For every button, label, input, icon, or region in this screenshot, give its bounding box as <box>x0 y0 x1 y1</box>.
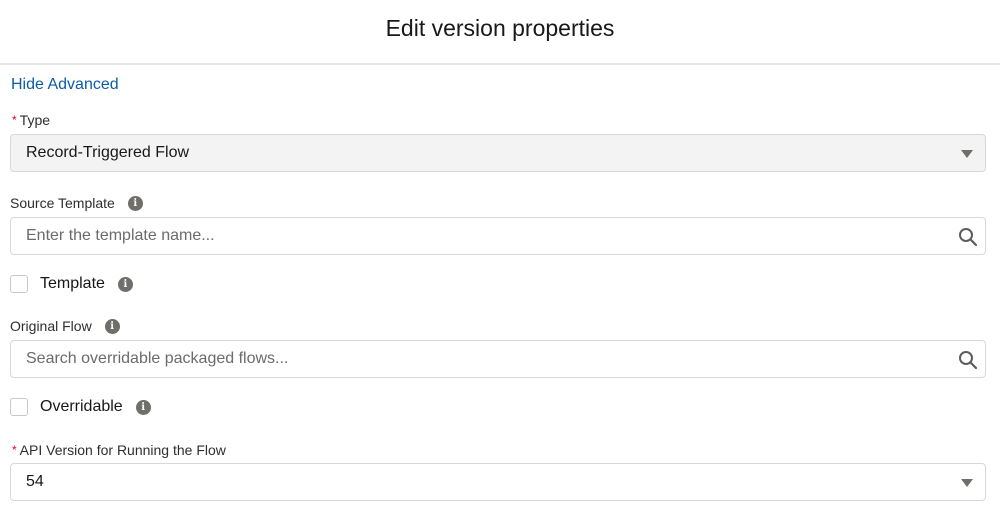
type-label: * Type <box>10 112 50 128</box>
type-label-text: Type <box>19 112 51 128</box>
chevron-down-icon <box>961 479 973 487</box>
overridable-checkbox[interactable] <box>10 398 28 416</box>
search-icon[interactable] <box>958 227 978 247</box>
modal-header: Edit version properties <box>0 0 1000 65</box>
chevron-down-icon <box>961 150 973 158</box>
hide-advanced-link[interactable]: Hide Advanced <box>11 76 119 94</box>
api-version-label-text: API Version for Running the Flow <box>19 442 226 458</box>
template-checkbox-label: Template <box>40 275 105 292</box>
required-marker: * <box>12 113 17 127</box>
source-template-label-text: Source Template <box>10 195 115 211</box>
original-flow-input[interactable] <box>26 350 926 368</box>
overridable-checkbox-row[interactable]: Overridable i <box>10 398 151 416</box>
type-select-value: Record-Triggered Flow <box>26 144 190 161</box>
api-version-select[interactable]: 54 <box>10 463 986 501</box>
source-template-label: Source Template i <box>10 195 143 211</box>
original-flow-label-text: Original Flow <box>10 318 92 334</box>
original-flow-field[interactable] <box>10 340 986 378</box>
api-version-label: * API Version for Running the Flow <box>10 442 226 458</box>
info-icon[interactable]: i <box>135 399 151 415</box>
original-flow-label: Original Flow i <box>10 318 120 334</box>
info-icon[interactable]: i <box>127 195 143 211</box>
api-version-select-value: 54 <box>26 473 44 490</box>
type-select[interactable]: Record-Triggered Flow <box>10 134 986 172</box>
source-template-field[interactable] <box>10 217 986 255</box>
template-checkbox[interactable] <box>10 275 28 293</box>
info-icon[interactable]: i <box>117 276 133 292</box>
search-icon[interactable] <box>958 350 978 370</box>
info-icon[interactable]: i <box>104 318 120 334</box>
required-marker: * <box>12 443 17 457</box>
page-title: Edit version properties <box>385 15 615 41</box>
template-checkbox-row[interactable]: Template i <box>10 275 133 293</box>
source-template-input[interactable] <box>26 227 926 245</box>
overridable-checkbox-label: Overridable <box>40 398 123 415</box>
